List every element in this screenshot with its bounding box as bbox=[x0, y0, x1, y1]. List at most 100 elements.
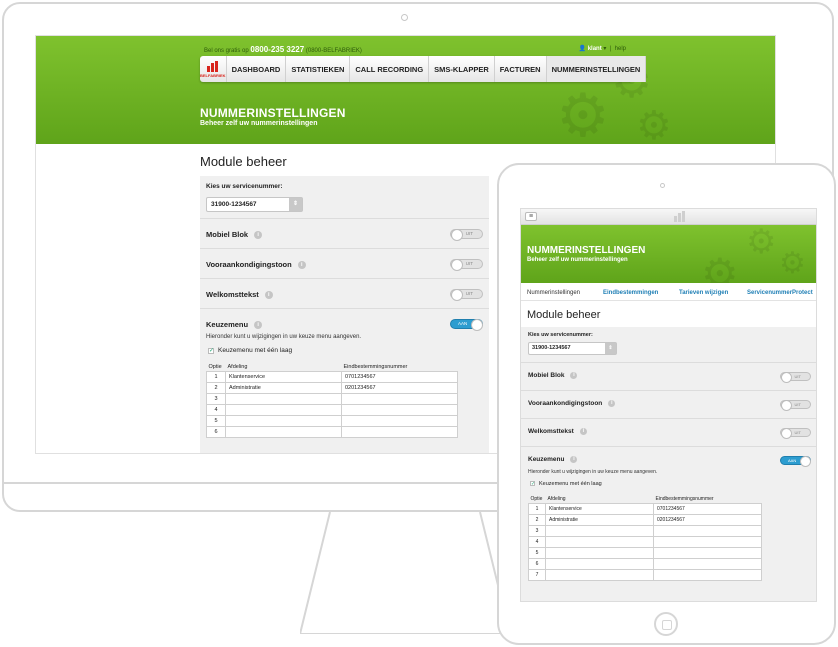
nav-nummerinstellingen[interactable]: NUMMERINSTELLINGEN bbox=[546, 56, 647, 82]
setting-label-text: Keuzemenu bbox=[206, 320, 249, 329]
afdeling-cell[interactable]: Administratie bbox=[225, 381, 342, 394]
page-subtitle: Beheer zelf uw nummerinstellingen bbox=[200, 120, 318, 127]
brand-logo[interactable]: BELFABRIEK bbox=[200, 56, 227, 82]
checkbox-label: Keuzemenu met één laag bbox=[539, 481, 602, 487]
nav-sms-klapper[interactable]: SMS-KLAPPER bbox=[429, 56, 495, 82]
toggle-switch[interactable]: AAN bbox=[450, 319, 483, 331]
afdeling-cell[interactable]: Klantenservice bbox=[225, 370, 342, 383]
toggle-switch[interactable]: UIT bbox=[450, 229, 483, 241]
keuzemenu-description: Hieronder kunt u wijzigingen in uw keuze… bbox=[206, 334, 362, 340]
eindbestemming-cell[interactable] bbox=[653, 546, 762, 559]
toggle-switch[interactable]: UIT bbox=[780, 372, 811, 383]
desktop-header: ⚙ ⚙ ⚙ Bel ons gratis op 0800-235 3227 (0… bbox=[36, 36, 775, 144]
keuzemenu-checkbox[interactable]: ✓ Keuzemenu met één laag bbox=[208, 347, 292, 354]
afdeling-cell[interactable] bbox=[225, 403, 342, 416]
module-title: Module beheer bbox=[200, 154, 287, 169]
eindbestemming-cell[interactable] bbox=[341, 392, 458, 405]
checkmark-icon[interactable]: ✓ bbox=[208, 348, 214, 354]
afdeling-cell[interactable] bbox=[545, 524, 654, 537]
servicenumber-label: Kies uw servicenummer: bbox=[528, 332, 593, 338]
gear-icon: ⚙ bbox=[636, 104, 672, 144]
afdeling-cell[interactable] bbox=[545, 557, 654, 570]
servicenumber-select[interactable]: 31900-1234567 ⇕ bbox=[206, 197, 303, 212]
tablet-camera bbox=[660, 183, 665, 188]
info-icon[interactable]: i bbox=[254, 321, 263, 330]
column-header: Eindbestemmingsnummer bbox=[343, 363, 408, 370]
phone-number[interactable]: 0800-235 3227 bbox=[250, 45, 304, 54]
chevron-down-icon[interactable]: ▾ bbox=[603, 46, 606, 52]
main-nav: BELFABRIEK DASHBOARD STATISTIEKEN CALL R… bbox=[200, 56, 647, 82]
user-name[interactable]: klant bbox=[588, 46, 602, 52]
brand-logo[interactable] bbox=[674, 211, 685, 222]
tab-servicenummerprotect[interactable]: ServicenummerProtect bbox=[747, 290, 813, 296]
afdeling-cell[interactable]: Administratie bbox=[545, 513, 654, 526]
eindbestemming-cell[interactable] bbox=[653, 568, 762, 581]
setting-label: Vooraankondigingstoon i bbox=[206, 260, 306, 270]
toggle-switch[interactable]: UIT bbox=[450, 289, 483, 301]
select-arrow-icon: ⇕ bbox=[289, 198, 302, 211]
eindbestemming-cell[interactable] bbox=[653, 535, 762, 548]
toggle-switch[interactable]: UIT bbox=[450, 259, 483, 271]
toggle-switch[interactable]: UIT bbox=[780, 428, 811, 439]
info-icon[interactable]: i bbox=[579, 428, 587, 435]
tab-tarieven-wijzigen[interactable]: Tarieven wijzigen bbox=[679, 290, 728, 296]
nav-statistieken[interactable]: STATISTIEKEN bbox=[286, 56, 351, 82]
afdeling-cell[interactable] bbox=[225, 392, 342, 405]
table-row: 5 bbox=[206, 414, 458, 427]
info-icon[interactable]: i bbox=[254, 231, 263, 240]
table-row: 4 bbox=[206, 403, 458, 416]
info-icon[interactable]: i bbox=[608, 400, 616, 407]
eindbestemming-cell[interactable] bbox=[653, 524, 762, 537]
option-number: 4 bbox=[528, 535, 546, 548]
servicenumber-value: 31900-1234567 bbox=[211, 201, 257, 208]
settings-panel: Kies uw servicenummer: 31900-1234567 ⇕ M… bbox=[200, 176, 489, 453]
option-number: 1 bbox=[528, 502, 546, 515]
eindbestemming-cell[interactable] bbox=[341, 425, 458, 438]
afdeling-cell[interactable] bbox=[545, 535, 654, 548]
tablet-topbar: ≡ bbox=[521, 209, 816, 225]
nav-facturen[interactable]: FACTUREN bbox=[495, 56, 547, 82]
afdeling-cell[interactable]: Klantenservice bbox=[545, 502, 654, 515]
setting-label-text: Mobiel Blok bbox=[206, 230, 249, 239]
hamburger-menu-icon[interactable]: ≡ bbox=[525, 212, 537, 221]
gear-icon: ⚙ bbox=[779, 247, 806, 280]
page-subtitle: Beheer zelf uw nummerinstellingen bbox=[527, 257, 628, 263]
eindbestemming-cell[interactable] bbox=[341, 403, 458, 416]
eindbestemming-cell[interactable]: 0701234567 bbox=[341, 370, 458, 383]
checkmark-icon[interactable]: ✓ bbox=[530, 481, 535, 487]
info-icon[interactable]: i bbox=[297, 261, 306, 270]
afdeling-cell[interactable] bbox=[225, 414, 342, 427]
setting-label-text: Welkomsttekst bbox=[206, 290, 259, 299]
eindbestemming-cell[interactable] bbox=[653, 557, 762, 570]
nav-dashboard[interactable]: DASHBOARD bbox=[227, 56, 287, 82]
user-icon: 👤 bbox=[578, 46, 587, 52]
info-icon[interactable]: i bbox=[264, 291, 273, 300]
eindbestemming-cell[interactable]: 0201234567 bbox=[653, 513, 762, 526]
eindbestemming-cell[interactable] bbox=[341, 414, 458, 427]
nav-call-recording[interactable]: CALL RECORDING bbox=[350, 56, 430, 82]
tab-eindbestemmingen[interactable]: Eindbestemmingen bbox=[603, 290, 658, 296]
help-link[interactable]: help bbox=[615, 46, 626, 52]
info-icon[interactable]: i bbox=[570, 456, 578, 463]
afdeling-cell[interactable] bbox=[545, 568, 654, 581]
servicenumber-value: 31900-1234567 bbox=[532, 345, 571, 351]
option-number: 6 bbox=[206, 425, 226, 438]
option-number: 4 bbox=[206, 403, 226, 416]
toggle-switch[interactable]: AAN bbox=[780, 456, 811, 467]
keuzemenu-checkbox[interactable]: ✓ Keuzemenu met één laag bbox=[530, 481, 602, 487]
home-button[interactable] bbox=[654, 612, 678, 636]
monitor-camera bbox=[401, 14, 408, 21]
eindbestemming-cell[interactable]: 0701234567 bbox=[653, 502, 762, 515]
afdeling-cell[interactable] bbox=[225, 425, 342, 438]
toggle-switch[interactable]: UIT bbox=[780, 400, 811, 411]
select-arrow-icon: ⇕ bbox=[605, 343, 616, 354]
setting-vooraankondigingstoon: Vooraankondigingstoon i UIT bbox=[521, 390, 816, 418]
table-row: 4 bbox=[528, 535, 762, 548]
servicenumber-select[interactable]: 31900-1234567 ⇕ bbox=[528, 342, 617, 355]
eindbestemming-cell[interactable]: 0201234567 bbox=[341, 381, 458, 394]
table-row: 5 bbox=[528, 546, 762, 559]
tab-nummerinstellingen[interactable]: Nummerinstellingen bbox=[527, 290, 580, 296]
column-header: Optie bbox=[530, 495, 543, 502]
info-icon[interactable]: i bbox=[570, 372, 578, 379]
afdeling-cell[interactable] bbox=[545, 546, 654, 559]
